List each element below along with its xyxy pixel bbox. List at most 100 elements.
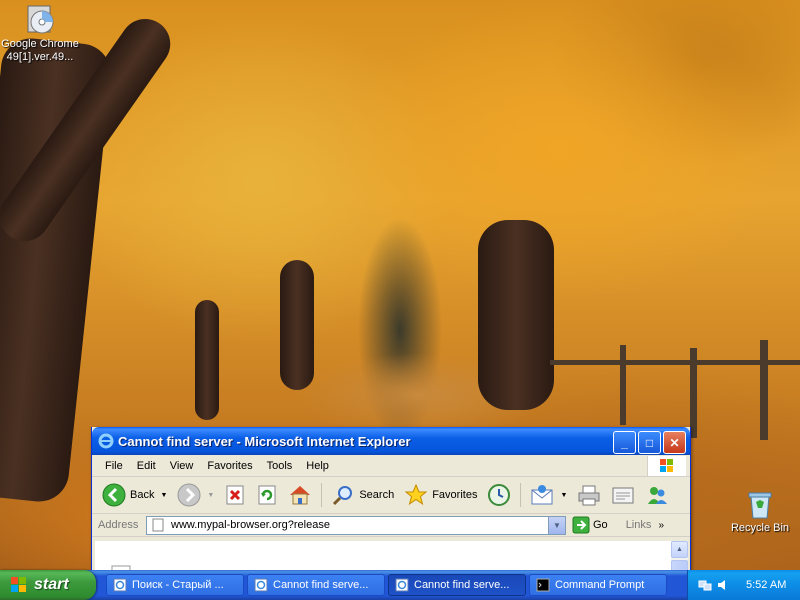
- address-dropdown-button[interactable]: ▼: [548, 516, 565, 534]
- tree-trunk: [478, 220, 554, 410]
- desktop-icon-chrome-installer[interactable]: Google Chrome 49[1].ver.49...: [0, 4, 80, 64]
- menu-file[interactable]: File: [98, 458, 130, 474]
- go-arrow-icon: [572, 516, 590, 534]
- back-dropdown-icon[interactable]: ▼: [160, 492, 167, 499]
- system-tray: 5:52 AM: [687, 570, 800, 600]
- windows-flag-icon: [660, 459, 673, 472]
- maximize-button[interactable]: □: [638, 431, 661, 454]
- stop-icon: [226, 485, 244, 505]
- scroll-up-button[interactable]: ▲: [671, 541, 688, 558]
- desktop-icon-label: Recycle Bin: [730, 522, 790, 534]
- search-button[interactable]: Search: [327, 481, 398, 509]
- ie-logo-icon: [98, 433, 114, 449]
- menu-bar: File Edit View Favorites Tools Help: [92, 455, 690, 477]
- ie-page-icon: [254, 578, 268, 592]
- history-icon: [488, 484, 511, 506]
- cmd-icon: [536, 578, 550, 592]
- task-button[interactable]: Поиск - Старый ...: [106, 574, 244, 596]
- menu-favorites[interactable]: Favorites: [200, 458, 259, 474]
- clock[interactable]: 5:52 AM: [746, 579, 786, 591]
- network-icon[interactable]: [698, 578, 712, 592]
- recycle-bin-icon: [748, 492, 772, 519]
- window-titlebar[interactable]: Cannot find server - Microsoft Internet …: [92, 427, 690, 455]
- task-label: Cannot find serve...: [414, 579, 510, 591]
- tree-trunk: [195, 300, 219, 420]
- menu-help[interactable]: Help: [299, 458, 336, 474]
- toolbar-separator: [520, 483, 522, 507]
- chevron-up-icon: ▲: [676, 546, 683, 553]
- taskbar: start Поиск - Старый ... Cannot find ser…: [0, 570, 800, 600]
- address-label: Address: [98, 519, 139, 531]
- back-label: Back: [130, 489, 155, 501]
- maximize-icon: □: [645, 435, 654, 450]
- home-button[interactable]: [284, 482, 316, 508]
- fence-post: [760, 340, 768, 440]
- fence-post: [690, 348, 697, 438]
- standard-toolbar: Back ▼ ▼ Search Favorites ▼: [92, 477, 690, 514]
- cd-disc-icon: [27, 5, 54, 34]
- address-input[interactable]: [171, 519, 531, 531]
- print-button[interactable]: [573, 482, 605, 508]
- mail-dropdown-icon[interactable]: ▼: [560, 492, 567, 499]
- address-field[interactable]: ▼: [146, 515, 566, 535]
- toolbar-separator: [321, 483, 323, 507]
- search-label: Search: [359, 489, 395, 501]
- refresh-icon: [258, 485, 276, 505]
- chevron-down-icon: ▼: [553, 520, 561, 530]
- chevron-right-double-icon: »: [658, 520, 664, 531]
- address-bar: Address ▼ Go Links »: [92, 514, 690, 537]
- close-icon: ✕: [669, 435, 680, 450]
- favorites-button[interactable]: Favorites: [400, 481, 481, 509]
- task-label: Поиск - Старый ...: [132, 579, 224, 591]
- mail-button[interactable]: ▼: [526, 482, 571, 508]
- home-icon: [290, 486, 311, 505]
- desktop-icon-recycle-bin[interactable]: Recycle Bin: [720, 488, 800, 535]
- back-arrow-icon: [102, 483, 126, 507]
- ie-window[interactable]: Cannot find server - Microsoft Internet …: [91, 427, 691, 579]
- search-icon: [333, 486, 353, 506]
- menu-view[interactable]: View: [163, 458, 201, 474]
- ie-page-icon: [395, 578, 409, 592]
- task-label: Command Prompt: [555, 579, 645, 591]
- task-button[interactable]: Cannot find serve...: [247, 574, 385, 596]
- go-label: Go: [593, 519, 608, 531]
- minimize-icon: _: [621, 435, 628, 450]
- menu-tools[interactable]: Tools: [260, 458, 300, 474]
- stop-button[interactable]: [220, 482, 250, 508]
- forward-button[interactable]: ▼: [173, 481, 218, 509]
- task-button-active[interactable]: Cannot find serve...: [388, 574, 526, 596]
- links-button[interactable]: Links »: [626, 519, 664, 531]
- minimize-button[interactable]: _: [613, 431, 636, 454]
- windows-flag-icon: [11, 577, 26, 592]
- start-label: start: [34, 576, 69, 593]
- task-buttons: Поиск - Старый ... Cannot find serve... …: [106, 574, 667, 596]
- close-button[interactable]: ✕: [663, 431, 686, 454]
- task-button[interactable]: Command Prompt: [529, 574, 667, 596]
- favorites-star-icon: [404, 483, 428, 506]
- ie-page-icon: [113, 578, 127, 592]
- messenger-icon: [648, 487, 668, 504]
- messenger-button[interactable]: [641, 482, 673, 508]
- go-button[interactable]: Go: [572, 516, 608, 534]
- refresh-button[interactable]: [252, 482, 282, 508]
- edit-page-icon: [612, 487, 634, 504]
- forward-arrow-icon: [177, 483, 201, 507]
- window-title: Cannot find server - Microsoft Internet …: [118, 433, 411, 449]
- page-icon: [152, 518, 164, 532]
- tree-trunk: [280, 260, 314, 390]
- favorites-label: Favorites: [432, 489, 478, 501]
- links-label: Links: [625, 519, 652, 531]
- desktop-icon-label: Google Chrome 49[1].ver.49...: [1, 38, 79, 63]
- volume-icon[interactable]: [716, 578, 730, 592]
- printer-icon: [578, 485, 600, 506]
- task-label: Cannot find serve...: [273, 579, 369, 591]
- edit-button[interactable]: [607, 482, 639, 508]
- back-button[interactable]: Back ▼: [98, 481, 171, 509]
- mail-icon: [531, 485, 553, 505]
- start-button[interactable]: start: [0, 570, 96, 600]
- menu-edit[interactable]: Edit: [130, 458, 163, 474]
- history-button[interactable]: [483, 481, 515, 509]
- forward-dropdown-icon[interactable]: ▼: [207, 492, 214, 499]
- windows-flag-throbber: [647, 456, 686, 476]
- fence-post: [620, 345, 626, 425]
